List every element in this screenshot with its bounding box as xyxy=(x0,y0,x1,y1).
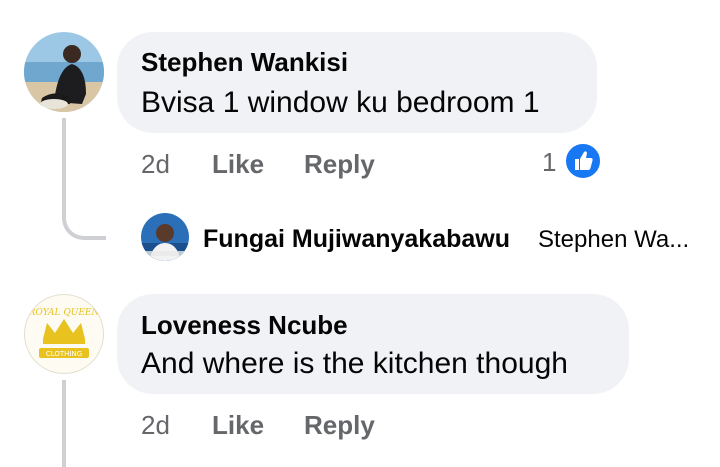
reaction-count[interactable]: 1 xyxy=(542,147,556,178)
comment-author[interactable]: Stephen Wankisi xyxy=(141,47,348,78)
reply-author[interactable]: Fungai Mujiwanyakabawu xyxy=(203,225,510,254)
svg-text:CLOTHING: CLOTHING xyxy=(46,350,82,358)
thread-branch-curve xyxy=(62,190,106,240)
avatar[interactable] xyxy=(24,32,104,112)
thread-line xyxy=(62,380,66,467)
reply-preview-text[interactable]: Stephen Wa... xyxy=(538,226,689,254)
like-button[interactable]: Like xyxy=(212,410,264,441)
avatar[interactable]: ROYAL QUEEN CLOTHING xyxy=(24,294,104,374)
thumbs-up-icon[interactable] xyxy=(564,142,602,180)
comment-text: And where is the kitchen though xyxy=(141,347,568,380)
svg-text:ROYAL QUEEN: ROYAL QUEEN xyxy=(28,308,101,318)
avatar[interactable] xyxy=(141,213,189,261)
comment-text: Bvisa 1 window ku bedroom 1 xyxy=(141,86,540,119)
reply-button[interactable]: Reply xyxy=(304,410,375,441)
comment-timestamp[interactable]: 2d xyxy=(141,410,170,441)
reply-button[interactable]: Reply xyxy=(304,149,375,180)
like-button[interactable]: Like xyxy=(212,149,264,180)
comment-author[interactable]: Loveness Ncube xyxy=(141,310,348,341)
comment-timestamp[interactable]: 2d xyxy=(141,149,170,180)
